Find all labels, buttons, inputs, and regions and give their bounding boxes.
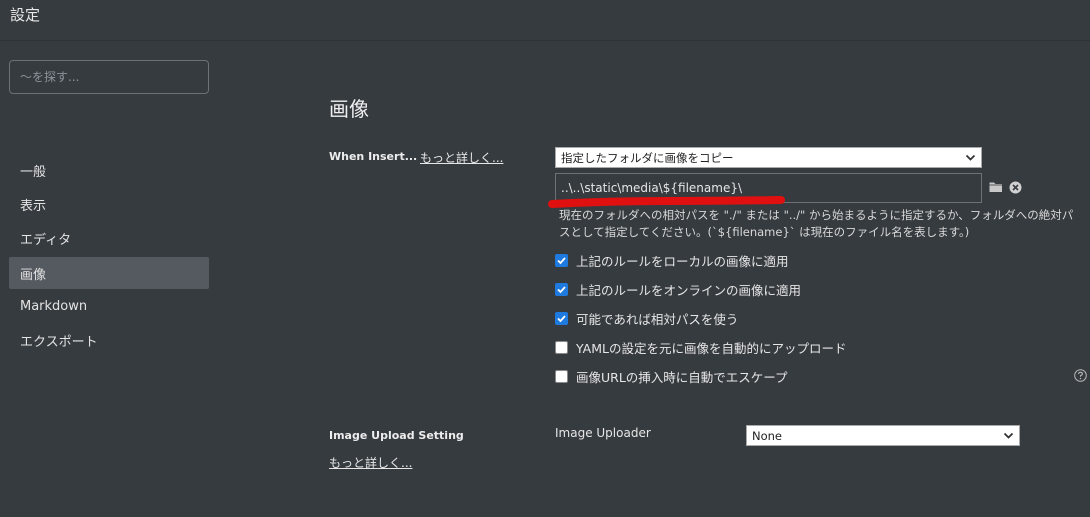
sidebar-item-editor[interactable]: エディタ <box>9 222 209 254</box>
checkbox-label: 画像URLの挿入時に自動でエスケープ <box>576 369 788 385</box>
when-insert-more-link[interactable]: もっと詳しく... <box>420 149 503 166</box>
sidebar-item-general[interactable]: 一般 <box>9 154 209 186</box>
checkbox-row-online[interactable]: 上記のルールをオンラインの画像に適用 <box>555 280 801 298</box>
help-icon[interactable] <box>1074 369 1087 382</box>
sidebar-item-label: Markdown <box>20 298 88 314</box>
folder-icon[interactable] <box>989 181 1003 193</box>
sidebar-item-markdown[interactable]: Markdown <box>9 290 209 322</box>
sidebar-item-label: エディタ <box>20 232 72 248</box>
checkbox-row-local[interactable]: 上記のルールをローカルの画像に適用 <box>555 251 789 269</box>
checkbox-label: 可能であれば相対パスを使う <box>576 311 739 327</box>
when-insert-select[interactable]: 指定したフォルダに画像をコピー <box>555 147 982 168</box>
chevron-down-icon <box>1003 432 1014 439</box>
checkmark-icon <box>557 285 566 293</box>
image-path-value: ..\..\static\media\${filename}\ <box>561 181 743 195</box>
image-uploader-select[interactable]: None <box>746 425 1020 446</box>
upload-more-link[interactable]: もっと詳しく... <box>329 454 412 471</box>
checkbox-row-url-escape[interactable]: 画像URLの挿入時に自動でエスケープ <box>555 367 788 385</box>
sidebar-item-label: エクスポート <box>20 334 98 350</box>
image-upload-setting-label: Image Upload Setting <box>329 429 464 442</box>
checkbox-unchecked[interactable] <box>555 340 568 354</box>
select-value: 指定したフォルダに画像をコピー <box>561 150 734 165</box>
sidebar-item-export[interactable]: エクスポート <box>9 324 209 356</box>
checkbox-unchecked[interactable] <box>555 369 568 383</box>
checkbox-checked[interactable] <box>555 282 568 296</box>
image-uploader-label: Image Uploader <box>555 426 651 440</box>
sidebar-item-label: 一般 <box>20 164 47 180</box>
checkmark-icon <box>557 256 566 264</box>
window-title: 設定 <box>10 6 41 24</box>
checkbox-label: 上記のルールをオンラインの画像に適用 <box>576 282 802 298</box>
checkbox-checked[interactable] <box>555 311 568 325</box>
sidebar-item-appearance[interactable]: 表示 <box>9 188 209 220</box>
annotation-underline <box>548 196 785 208</box>
select-value: None <box>752 428 783 443</box>
search-input[interactable] <box>9 60 209 94</box>
sidebar-item-label: 画像 <box>20 267 47 283</box>
checkbox-row-relative-path[interactable]: 可能であれば相対パスを使う <box>555 309 738 327</box>
path-help-text: 現在のフォルダへの相対パスを "./" または "../" から始まるように指定… <box>559 208 1074 239</box>
sidebar-item-image[interactable]: 画像 <box>9 257 209 289</box>
checkbox-label: 上記のルールをローカルの画像に適用 <box>576 253 789 269</box>
checkbox-label: YAMLの設定を元に画像を自動的にアップロード <box>576 340 847 356</box>
title-bar: 設定 <box>0 0 1090 41</box>
chevron-down-icon <box>965 154 976 161</box>
checkbox-checked[interactable] <box>555 253 568 267</box>
checkmark-icon <box>557 314 566 322</box>
sidebar-item-label: 表示 <box>20 198 47 214</box>
clear-icon[interactable] <box>1009 181 1022 194</box>
when-insert-label: When Insert... <box>329 150 418 163</box>
page-title: 画像 <box>329 97 369 121</box>
checkbox-row-yaml-upload[interactable]: YAMLの設定を元に画像を自動的にアップロード <box>555 338 846 356</box>
